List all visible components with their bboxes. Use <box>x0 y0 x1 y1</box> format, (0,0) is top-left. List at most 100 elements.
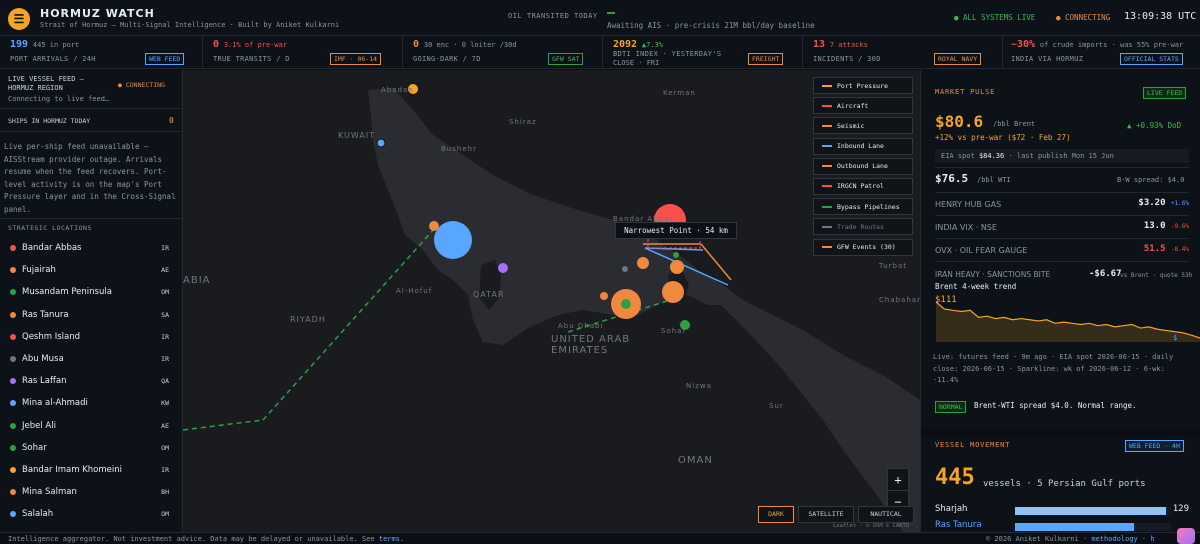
bypass-pipeline <box>183 419 264 431</box>
methodology-link[interactable]: methodology <box>1091 535 1137 543</box>
oil-indicator-icon <box>607 12 615 14</box>
kpi-value: 13 <box>813 39 826 50</box>
port-pressure-marker <box>662 281 684 303</box>
brent-trend-label: Brent 4-week trend <box>935 282 1017 291</box>
legend-layer-toggle[interactable]: Port Pressure <box>813 77 913 94</box>
kpi-bdti-index[interactable]: 2092 ▲7.3% BDTI INDEX · YESTERDAY'S CLOS… <box>603 36 803 69</box>
strategic-location-item[interactable]: Ras Laffan QA <box>0 370 182 392</box>
strategic-location-item[interactable]: Mina Salman BH <box>0 481 182 503</box>
kpi-source-badge: OFFICIAL STATS <box>1120 53 1183 65</box>
spread-status-text: Brent-WTI spread $4.0. Normal range. <box>974 401 1137 410</box>
market-row-change: +1.6% <box>1170 200 1189 207</box>
legend-label: Bypass Pipelines <box>837 202 900 211</box>
legend-label: GFW Events (30) <box>837 243 896 251</box>
legend-label: Trade Routes <box>837 222 884 231</box>
legend-layer-toggle[interactable]: Outbound Lane <box>813 157 913 175</box>
map-canvas[interactable] <box>183 70 920 532</box>
kpi-unit: of crude imports · was 55% pre-war <box>1039 41 1184 49</box>
strategic-location-item[interactable]: Salalah OM <box>0 503 182 525</box>
kpi-true-transits[interactable]: 0 3.1% of pre-war TRUE TRANSITS / D IMF … <box>203 36 403 69</box>
divider <box>0 218 182 219</box>
location-name: Fujairah <box>22 265 56 276</box>
divider <box>921 429 1200 437</box>
strategic-location-item[interactable]: Jebel Ali AE <box>0 415 182 437</box>
strategic-location-item[interactable]: Fujairah AE <box>0 259 182 281</box>
map-style-satellite-button[interactable]: SATELLITE <box>798 506 854 523</box>
legend-layer-toggle[interactable]: Seismic <box>813 117 913 135</box>
map-style-dark-button[interactable]: DARK <box>758 506 794 523</box>
kpi-value: 2092 <box>613 39 638 50</box>
location-name: Musandam Peninsula <box>22 287 112 298</box>
kpi-value: 0 <box>413 39 420 50</box>
port-pressure-marker <box>429 221 439 231</box>
zoom-in-button[interactable]: + <box>888 469 908 491</box>
terms-link[interactable]: terms. <box>379 535 404 543</box>
kpi-incidents[interactable]: 13 7 attacks INCIDENTS / 30D ROYAL NAVY <box>803 36 1003 69</box>
iran-heavy-value: -$6.67 <box>1089 269 1122 279</box>
market-row: INDIA VIX · NSE 13.0 -9.6% <box>935 217 1189 239</box>
app-subtitle: Strait of Hormuz — Multi-Signal Intellig… <box>40 21 340 29</box>
kpi-india-via-hormuz[interactable]: ~30% of crude imports · was 55% pre-war … <box>1003 36 1200 69</box>
port-bar-row[interactable]: Ras Tanura <box>935 520 1189 532</box>
kpi-going-dark[interactable]: 0 30 enc · 0 loiter /30d GOING-DARK / 7D… <box>403 36 603 69</box>
kpi-port-arrivals[interactable]: 199 445 in port PORT ARRIVALS / 24H WEB … <box>0 36 203 69</box>
map-label: Sohar <box>661 327 687 335</box>
kpi-unit: 30 enc · 0 loiter /30d <box>423 41 517 49</box>
market-row-price: 13.0 <box>1143 221 1166 231</box>
kpi-label: INCIDENTS / 30D <box>813 55 881 63</box>
legend-layer-toggle[interactable]: GFW Events (30) <box>813 238 913 256</box>
strategic-location-item[interactable]: Qeshm Island IR <box>0 326 182 348</box>
vessel-count-text: vessels · 5 Persian Gulf ports <box>983 479 1146 489</box>
kpi-label: TRUE TRANSITS / D <box>213 55 290 63</box>
divider <box>935 192 1189 193</box>
port-pressure-marker <box>673 252 679 258</box>
location-name: Mina Salman <box>22 487 77 498</box>
brent-sparkline <box>935 301 1200 342</box>
strategic-location-item[interactable]: Sohar OM <box>0 437 182 459</box>
strategic-location-item[interactable]: Mina al-Ahmadi KW <box>0 392 182 414</box>
map-view[interactable]: Abadan KUWAIT Bushehr Kerman Shiraz Band… <box>183 70 920 532</box>
strategic-location-item[interactable]: Ras Tanura SA <box>0 304 182 326</box>
legend-swatch-icon <box>822 165 832 168</box>
legend-layer-toggle[interactable]: Aircraft <box>813 97 913 115</box>
top-header: ☰ HORMUZ WATCH Strait of Hormuz — Multi-… <box>0 0 1200 36</box>
assistant-avatar-icon[interactable] <box>1177 528 1195 544</box>
eia-label: EIA spot <box>941 152 975 160</box>
legend-label: Outbound Lane <box>837 162 888 171</box>
market-row-price: 51.5 <box>1143 244 1166 254</box>
market-row-price: $3.20 <box>1138 198 1166 208</box>
port-name: Ras Tanura <box>935 520 982 530</box>
location-name: Mina al-Ahmadi <box>22 398 88 409</box>
location-name: Sohar <box>22 442 47 453</box>
location-country-code: OM <box>161 288 169 297</box>
legend-layer-toggle[interactable]: IRGCN Patrol <box>813 177 913 195</box>
legend-swatch-icon <box>822 84 832 87</box>
map-label: KUWAIT <box>338 131 376 140</box>
strategic-location-item[interactable]: Bandar Abbas IR <box>0 237 182 259</box>
map-label: RIYADH <box>290 315 326 324</box>
kpi-source-badge: GFW SAT <box>548 53 584 65</box>
port-bar-row[interactable]: Sharjah 129 <box>935 504 1189 516</box>
location-name: Salalah <box>22 509 54 520</box>
market-row-name: OVX · OIL FEAR GAUGE <box>935 246 1028 255</box>
map-label: UNITED ARAB EMIRATES <box>551 334 631 356</box>
kpi-source-badge: FREIGHT <box>748 53 784 65</box>
map-label: OMAN <box>678 455 713 466</box>
legend-layer-toggle[interactable]: Trade Routes <box>813 218 913 236</box>
strategic-location-item[interactable]: Abu Musa IR <box>0 348 182 370</box>
strategic-location-item[interactable]: Bandar Imam Khomeini IR <box>0 459 182 481</box>
legend-layer-toggle[interactable]: Bypass Pipelines <box>813 198 913 216</box>
legend-swatch-icon <box>822 104 832 107</box>
ships-today-label: SHIPS IN HORMUZ TODAY <box>8 117 91 125</box>
port-pressure-marker <box>600 292 608 300</box>
legend-layer-toggle[interactable]: Inbound Lane <box>813 137 913 155</box>
feed-status-text: Connecting to live feed… <box>8 95 110 103</box>
map-style-nautical-button[interactable]: NAUTICAL <box>858 506 914 523</box>
feed-unavailable-message: Live per-ship feed unavailable — AISStre… <box>4 142 176 214</box>
iran-heavy-label: IRAN HEAVY · SANCTIONS BITE <box>935 270 1051 279</box>
brent-unit: /bbl Brent <box>993 120 1036 128</box>
location-country-code: AE <box>161 266 169 275</box>
strategic-location-item[interactable]: Musandam Peninsula OM <box>0 281 182 303</box>
footer-more-link[interactable]: h <box>1150 535 1154 543</box>
map-label: QATAR <box>473 290 505 299</box>
